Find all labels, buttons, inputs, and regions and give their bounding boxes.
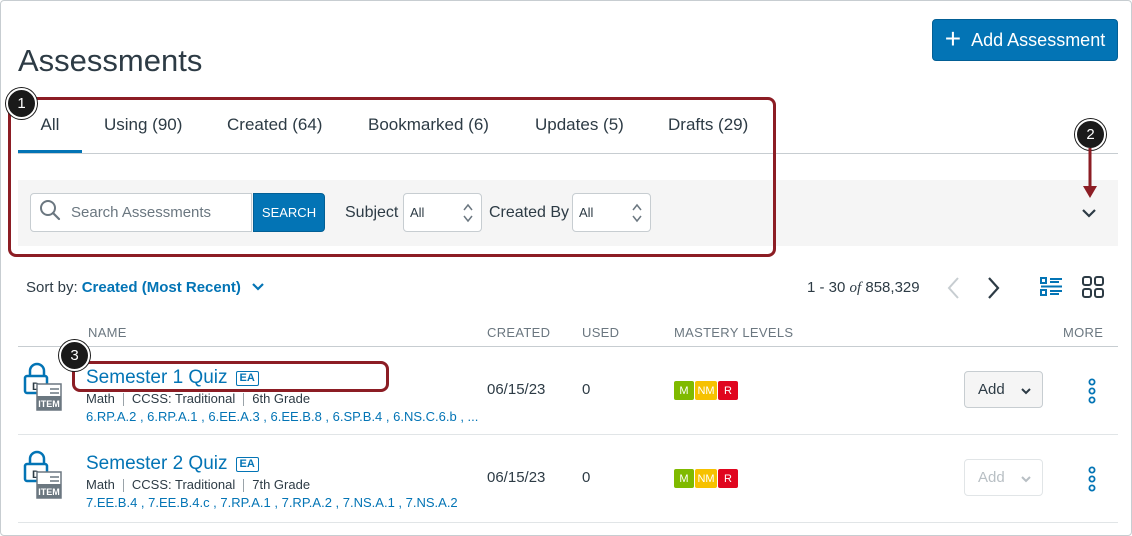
meta-separator	[122, 479, 124, 492]
standards-list[interactable]: 7.EE.B.4 , 7.EE.B.4.c , 7.RP.A.1 , 7.RP.…	[86, 495, 458, 510]
add-dropdown-button[interactable]: Add	[964, 371, 1043, 408]
assessment-meta: Math CCSS: Traditional 6th Grade	[86, 391, 310, 406]
meta-separator	[243, 479, 245, 492]
column-header-mastery: MASTERY LEVELS	[674, 325, 794, 340]
mastery-r-badge: R	[718, 381, 738, 400]
subject-text: Math	[86, 477, 115, 492]
pagination-info: 1 - 30 of 858,329	[807, 279, 920, 297]
callout-marker-2: 2	[1075, 119, 1106, 150]
mastery-m-badge: M	[674, 381, 694, 400]
framework-text: CCSS: Traditional	[131, 391, 236, 406]
more-options-icon[interactable]	[1087, 466, 1097, 497]
header-divider	[18, 346, 1118, 347]
chevron-down-icon	[1020, 384, 1032, 401]
column-header-used: USED	[582, 325, 620, 340]
ea-badge: EA	[235, 456, 259, 472]
mastery-m-badge: M	[674, 469, 694, 488]
grid-view-icon[interactable]	[1081, 275, 1105, 304]
grade-text: 6th Grade	[252, 391, 311, 406]
plus-icon: +	[944, 22, 962, 54]
more-options-icon[interactable]	[1087, 378, 1097, 409]
row-divider	[18, 434, 1118, 435]
mastery-levels: M NM R	[674, 381, 738, 400]
used-count: 0	[582, 381, 591, 398]
sort-value: Created (Most Recent)	[81, 279, 241, 296]
callout-box-title	[72, 361, 389, 392]
assessment-title: Semester 2 Quiz	[86, 453, 228, 474]
created-date: 06/15/23	[487, 469, 546, 486]
pagination-total: 858,329	[865, 279, 920, 296]
standards-list[interactable]: 6.RP.A.2 , 6.RP.A.1 , 6.EE.A.3 , 6.EE.B.…	[86, 409, 478, 424]
add-dropdown-label: Add	[978, 469, 1005, 486]
collapse-filters-chevron-icon[interactable]	[1080, 205, 1098, 226]
svg-text:ITEM: ITEM	[38, 487, 60, 497]
callout-marker-3: 3	[59, 340, 90, 371]
mastery-nm-badge: NM	[695, 469, 717, 488]
previous-page-icon[interactable]	[946, 276, 962, 305]
sort-label: Sort by:	[26, 279, 78, 296]
callout-marker-1: 1	[6, 88, 37, 119]
next-page-icon[interactable]	[986, 276, 1002, 305]
used-count: 0	[582, 469, 591, 486]
add-assessment-button[interactable]: + Add Assessment	[932, 19, 1118, 61]
pagination-of: of	[849, 280, 862, 296]
mastery-levels: M NM R	[674, 469, 738, 488]
framework-text: CCSS: Traditional	[131, 477, 236, 492]
list-view-icon[interactable]	[1039, 275, 1063, 304]
pagination-range: 1 - 30	[807, 279, 846, 296]
callout-box-tabs-filters	[8, 97, 776, 257]
assessment-title-link[interactable]: Semester 2 Quiz EA	[86, 453, 259, 475]
meta-separator	[243, 393, 245, 406]
column-header-created: CREATED	[487, 325, 551, 340]
mastery-r-badge: R	[718, 469, 738, 488]
row-divider	[18, 522, 1118, 523]
add-dropdown-label: Add	[978, 381, 1005, 398]
item-bank-icon: D ITEM	[22, 450, 68, 505]
sort-control[interactable]: Sort by: Created (Most Recent)	[26, 279, 265, 296]
callout-arrow-down-icon	[1082, 148, 1098, 205]
subject-text: Math	[86, 391, 115, 406]
page-title: Assessments	[18, 42, 203, 78]
column-header-name: NAME	[88, 325, 127, 340]
svg-text:ITEM: ITEM	[38, 399, 60, 409]
item-bank-icon: D ITEM	[22, 362, 68, 417]
chevron-down-icon	[251, 279, 265, 296]
assessment-meta: Math CCSS: Traditional 7th Grade	[86, 477, 310, 492]
add-assessment-label: Add Assessment	[971, 29, 1106, 50]
column-header-more: MORE	[1063, 325, 1104, 340]
meta-separator	[122, 393, 124, 406]
mastery-nm-badge: NM	[695, 381, 717, 400]
chevron-down-icon	[1020, 472, 1032, 489]
grade-text: 7th Grade	[252, 477, 311, 492]
add-dropdown-button[interactable]: Add	[964, 459, 1043, 496]
created-date: 06/15/23	[487, 381, 546, 398]
